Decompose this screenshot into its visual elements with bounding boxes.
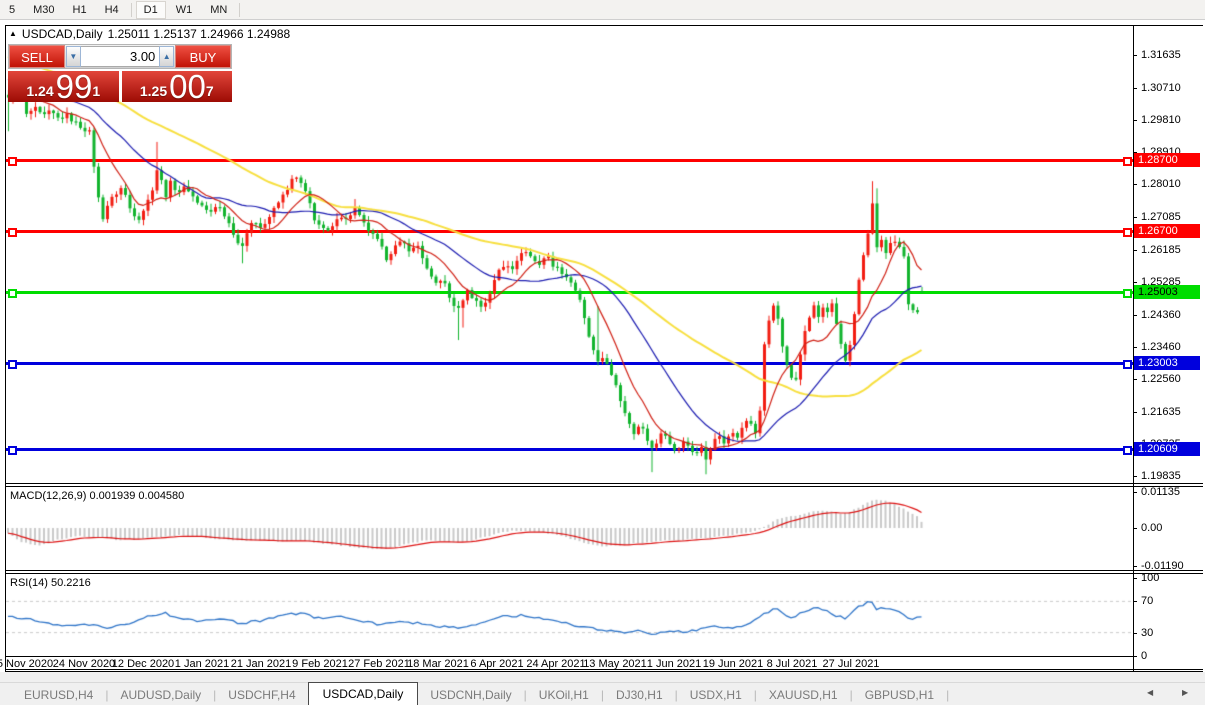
rsi-axis-tick-mark xyxy=(1133,601,1137,602)
buy-price-pip: 7 xyxy=(206,71,214,111)
timeframe-m30[interactable]: M30 xyxy=(25,1,62,19)
y-axis-tick-label: 1.23460 xyxy=(1141,341,1181,353)
rsi-axis-tick-mark xyxy=(1133,578,1137,579)
y-axis-tick-label: 1.24360 xyxy=(1141,309,1181,321)
macd-axis-tick-mark xyxy=(1133,528,1137,529)
timeframe-toolbar: 5M30H1H4 D1W1MN xyxy=(0,0,1205,20)
rsi-label: RSI(14) 50.2216 xyxy=(10,577,91,589)
rsi-axis-tick-label: 0 xyxy=(1141,650,1147,662)
y-axis-tick-mark xyxy=(1133,315,1137,316)
timeframe-mn[interactable]: MN xyxy=(202,1,235,19)
tab-usdcnh-daily[interactable]: USDCNH,Daily xyxy=(418,685,523,705)
price-level-badge: 1.28700 xyxy=(1134,153,1200,167)
y-axis-tick-mark xyxy=(1133,282,1137,283)
timeframe-d1[interactable]: D1 xyxy=(136,1,166,19)
sell-price-main: 99 xyxy=(56,72,93,101)
sell-price-pip: 1 xyxy=(92,71,100,111)
tab-usdx-h1[interactable]: USDX,H1 xyxy=(678,685,754,705)
y-axis-tick-mark xyxy=(1133,347,1137,348)
rsi-separator-1 xyxy=(5,570,1203,571)
rsi-axis-tick-label: 70 xyxy=(1141,595,1153,607)
timeframe-w1[interactable]: W1 xyxy=(168,1,201,19)
tab-usdchf-h4[interactable]: USDCHF,H4 xyxy=(216,685,307,705)
tab-ukoil-h1[interactable]: UKOil,H1 xyxy=(527,685,601,705)
y-axis-tick-label: 1.22560 xyxy=(1141,373,1181,385)
y-axis-tick-mark xyxy=(1133,217,1137,218)
chart-symbol-period: USDCAD,Daily xyxy=(22,27,103,41)
tab-gbpusd-h1[interactable]: GBPUSD,H1 xyxy=(853,685,946,705)
y-axis-tick-mark xyxy=(1133,184,1137,185)
y-axis-tick-mark xyxy=(1133,476,1137,477)
toolbar-separator xyxy=(239,3,240,17)
tab-dj30-h1[interactable]: DJ30,H1 xyxy=(604,685,675,705)
collapse-icon[interactable]: ▲ xyxy=(9,30,17,38)
rsi-axis-tick-label: 100 xyxy=(1141,572,1159,584)
y-axis-tick-mark xyxy=(1133,412,1137,413)
volume-decrease-icon[interactable]: ▼ xyxy=(66,46,81,67)
y-axis-tick-label: 1.19835 xyxy=(1141,470,1181,482)
y-axis-tick-label: 1.27085 xyxy=(1141,211,1181,223)
chart-scroll-strip[interactable] xyxy=(0,672,1205,682)
price-level-badge: 1.20609 xyxy=(1134,442,1200,456)
rsi-axis-tick-label: 30 xyxy=(1141,627,1153,639)
mt4-terminal: 5M30H1H4 D1W1MN ▲ USDCAD,Daily 1.25011 1.… xyxy=(0,0,1205,705)
macd-axis-tick-mark xyxy=(1133,492,1137,493)
volume-increase-icon[interactable]: ▲ xyxy=(159,46,174,67)
tab-eurusd-h4[interactable]: EURUSD,H4 xyxy=(12,685,105,705)
price-level-badge: 1.26700 xyxy=(1134,224,1200,238)
tab-separator: | xyxy=(946,688,949,705)
y-axis-tick-mark xyxy=(1133,250,1137,251)
tab-usdcad-daily[interactable]: USDCAD,Daily xyxy=(308,682,419,705)
volume-spinner: ▼ ▲ xyxy=(65,45,175,68)
y-axis-tick-mark xyxy=(1133,120,1137,121)
one-click-trading-panel: SELL ▼ ▲ BUY 1.24 99 1 1.25 00 7 xyxy=(8,44,232,102)
y-axis-tick-label: 1.29810 xyxy=(1141,114,1181,126)
timeframe-5[interactable]: 5 xyxy=(1,1,23,19)
y-axis-tick-mark xyxy=(1133,88,1137,89)
price-axis-line xyxy=(1133,26,1134,671)
tab-audusd-daily[interactable]: AUDUSD,Daily xyxy=(108,685,213,705)
y-axis-tick-mark xyxy=(1133,55,1137,56)
rsi-axis-tick-mark xyxy=(1133,633,1137,634)
macd-label: MACD(12,26,9) 0.001939 0.004580 xyxy=(10,490,184,502)
rsi-panel-area[interactable] xyxy=(6,574,1133,655)
price-level-badge: 1.25003 xyxy=(1134,285,1200,299)
timeframe-h4[interactable]: H4 xyxy=(97,1,127,19)
buy-price-main: 00 xyxy=(169,72,206,101)
rsi-axis-tick-mark xyxy=(1133,656,1137,657)
y-axis-tick-label: 1.28010 xyxy=(1141,178,1181,190)
chart-tab-bar: EURUSD,H4|AUDUSD,Daily|USDCHF,H4USDCAD,D… xyxy=(0,682,1205,705)
timeframe-h1[interactable]: H1 xyxy=(65,1,95,19)
tab-scroll-left-icon[interactable]: ◀ xyxy=(1147,688,1153,697)
rsi-bottom-line xyxy=(5,656,1134,657)
y-axis-tick-label: 1.31635 xyxy=(1141,49,1181,61)
volume-input[interactable] xyxy=(81,46,160,67)
macd-axis-tick-label: 0.00 xyxy=(1141,522,1162,534)
sell-button[interactable]: SELL xyxy=(9,45,65,68)
chart-ohlc-values: 1.25011 1.25137 1.24966 1.24988 xyxy=(108,27,291,41)
chart-title: ▲ USDCAD,Daily 1.25011 1.25137 1.24966 1… xyxy=(9,27,290,41)
buy-price-prefix: 1.25 xyxy=(140,81,167,101)
y-axis-tick-mark xyxy=(1133,379,1137,380)
buy-button[interactable]: BUY xyxy=(175,45,231,68)
y-axis-tick-label: 1.26185 xyxy=(1141,244,1181,256)
y-axis-tick-label: 1.30710 xyxy=(1141,82,1181,94)
price-level-badge: 1.23003 xyxy=(1134,356,1200,370)
toolbar-separator xyxy=(131,3,132,17)
y-axis-tick-label: 1.21635 xyxy=(1141,406,1181,418)
tab-xauusd-h1[interactable]: XAUUSD,H1 xyxy=(757,685,850,705)
macd-axis-tick-label: -0.01190 xyxy=(1141,560,1184,572)
macd-axis-tick-label: 0.01135 xyxy=(1141,486,1180,498)
tab-scroll-right-icon[interactable]: ▶ xyxy=(1182,688,1188,697)
x-axis-date-label: 27 Jul 2021 xyxy=(816,658,886,670)
sell-price-prefix: 1.24 xyxy=(26,81,53,101)
buy-price-display[interactable]: 1.25 00 7 xyxy=(122,71,233,102)
macd-axis-tick-mark xyxy=(1133,566,1137,567)
macd-separator-1 xyxy=(5,483,1203,484)
sell-price-display[interactable]: 1.24 99 1 xyxy=(8,71,119,102)
